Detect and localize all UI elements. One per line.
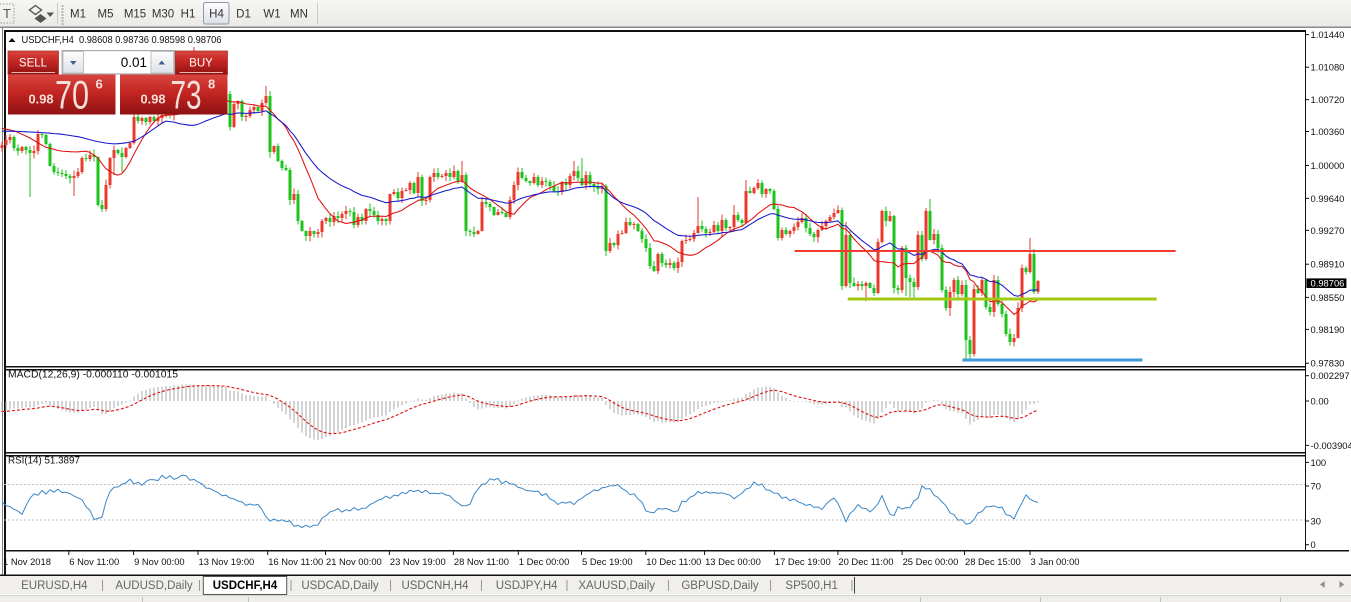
svg-text:USDCHF,H4: USDCHF,H4 xyxy=(213,580,278,592)
svg-text:0.01: 0.01 xyxy=(121,55,147,70)
svg-text:30: 30 xyxy=(1311,516,1321,527)
svg-text:1 Nov 2018: 1 Nov 2018 xyxy=(3,556,51,567)
svg-text:1.00360: 1.00360 xyxy=(1311,126,1345,137)
svg-text:1.01080: 1.01080 xyxy=(1311,62,1345,73)
svg-text:1 Dec 00:00: 1 Dec 00:00 xyxy=(519,556,570,567)
svg-text:21 Nov 00:00: 21 Nov 00:00 xyxy=(326,556,382,567)
svg-text:0.98190: 0.98190 xyxy=(1311,324,1345,335)
svg-text:-0.003904: -0.003904 xyxy=(1311,440,1351,451)
svg-text:USDJPY,H4: USDJPY,H4 xyxy=(496,580,558,592)
svg-text:M30: M30 xyxy=(152,9,174,21)
svg-text:0.99270: 0.99270 xyxy=(1311,225,1345,236)
svg-text:M5: M5 xyxy=(98,9,114,21)
svg-text:13 Dec 00:00: 13 Dec 00:00 xyxy=(705,556,761,567)
svg-text:RSI(14) 51.3897: RSI(14) 51.3897 xyxy=(8,456,80,467)
svg-text:10 Dec 11:00: 10 Dec 11:00 xyxy=(646,556,701,567)
svg-text:M1: M1 xyxy=(70,9,86,21)
svg-text:M15: M15 xyxy=(124,9,146,21)
svg-text:USDCAD,Daily: USDCAD,Daily xyxy=(301,580,379,592)
svg-text:SELL: SELL xyxy=(19,58,48,70)
svg-text:D1: D1 xyxy=(236,9,251,21)
svg-text:0.98706: 0.98706 xyxy=(1311,277,1345,288)
svg-text:0.98910: 0.98910 xyxy=(1311,259,1345,270)
svg-text:0.97830: 0.97830 xyxy=(1311,358,1345,369)
svg-text:0.002297: 0.002297 xyxy=(1311,370,1350,381)
svg-text:0: 0 xyxy=(1311,539,1316,550)
svg-text:17 Dec 19:00: 17 Dec 19:00 xyxy=(775,556,831,567)
svg-text:USDCNH,H4: USDCNH,H4 xyxy=(401,580,469,592)
svg-text:SP500,H1: SP500,H1 xyxy=(785,580,837,592)
svg-text:16 Nov 11:00: 16 Nov 11:00 xyxy=(268,556,323,567)
svg-text:5 Dec 19:00: 5 Dec 19:00 xyxy=(582,556,633,567)
svg-text:6 Nov 11:00: 6 Nov 11:00 xyxy=(69,556,119,567)
svg-text:20 Dec 11:00: 20 Dec 11:00 xyxy=(838,556,893,567)
svg-text:USDCHF,H4 0.98608 0.98736 0.9: USDCHF,H4 0.98608 0.98736 0.98598 0.9870… xyxy=(22,35,222,46)
svg-text:1.01440: 1.01440 xyxy=(1311,29,1345,40)
svg-text:9 Nov 00:00: 9 Nov 00:00 xyxy=(134,556,185,567)
svg-text:13 Nov 19:00: 13 Nov 19:00 xyxy=(199,556,255,567)
svg-text:73: 73 xyxy=(171,74,202,118)
svg-text:23 Nov 19:00: 23 Nov 19:00 xyxy=(390,556,446,567)
svg-text:6: 6 xyxy=(96,77,103,92)
svg-text:0.98: 0.98 xyxy=(141,93,166,107)
svg-text:3 Jan 00:00: 3 Jan 00:00 xyxy=(1031,556,1080,567)
svg-text:0.99640: 0.99640 xyxy=(1311,193,1345,204)
svg-text:70: 70 xyxy=(1311,481,1321,492)
svg-text:W1: W1 xyxy=(263,9,280,21)
svg-text:28 Nov 11:00: 28 Nov 11:00 xyxy=(454,556,509,567)
svg-text:70: 70 xyxy=(55,74,89,118)
svg-text:T: T xyxy=(3,6,11,21)
svg-text:28 Dec 15:00: 28 Dec 15:00 xyxy=(965,556,1021,567)
svg-text:H4: H4 xyxy=(209,9,224,21)
svg-text:25 Dec 00:00: 25 Dec 00:00 xyxy=(903,556,959,567)
svg-text:XAUUSD,Daily: XAUUSD,Daily xyxy=(578,580,655,592)
svg-text:GBPUSD,Daily: GBPUSD,Daily xyxy=(681,580,759,592)
svg-text:AUDUSD,Daily: AUDUSD,Daily xyxy=(115,580,193,592)
svg-text:BUY: BUY xyxy=(189,58,213,70)
svg-text:0.98550: 0.98550 xyxy=(1311,292,1345,303)
svg-text:MACD(12,26,9) -0.000110 -0.001: MACD(12,26,9) -0.000110 -0.001015 xyxy=(8,370,179,381)
svg-text:0.00: 0.00 xyxy=(1311,396,1329,407)
svg-text:EURUSD,H4: EURUSD,H4 xyxy=(21,580,88,592)
svg-text:1.00720: 1.00720 xyxy=(1311,94,1345,105)
svg-text:H1: H1 xyxy=(181,9,196,21)
svg-text:100: 100 xyxy=(1311,457,1327,468)
svg-text:1.00000: 1.00000 xyxy=(1311,160,1345,171)
svg-text:MN: MN xyxy=(290,9,308,21)
svg-text:0.98: 0.98 xyxy=(29,93,54,107)
svg-text:8: 8 xyxy=(208,77,215,92)
